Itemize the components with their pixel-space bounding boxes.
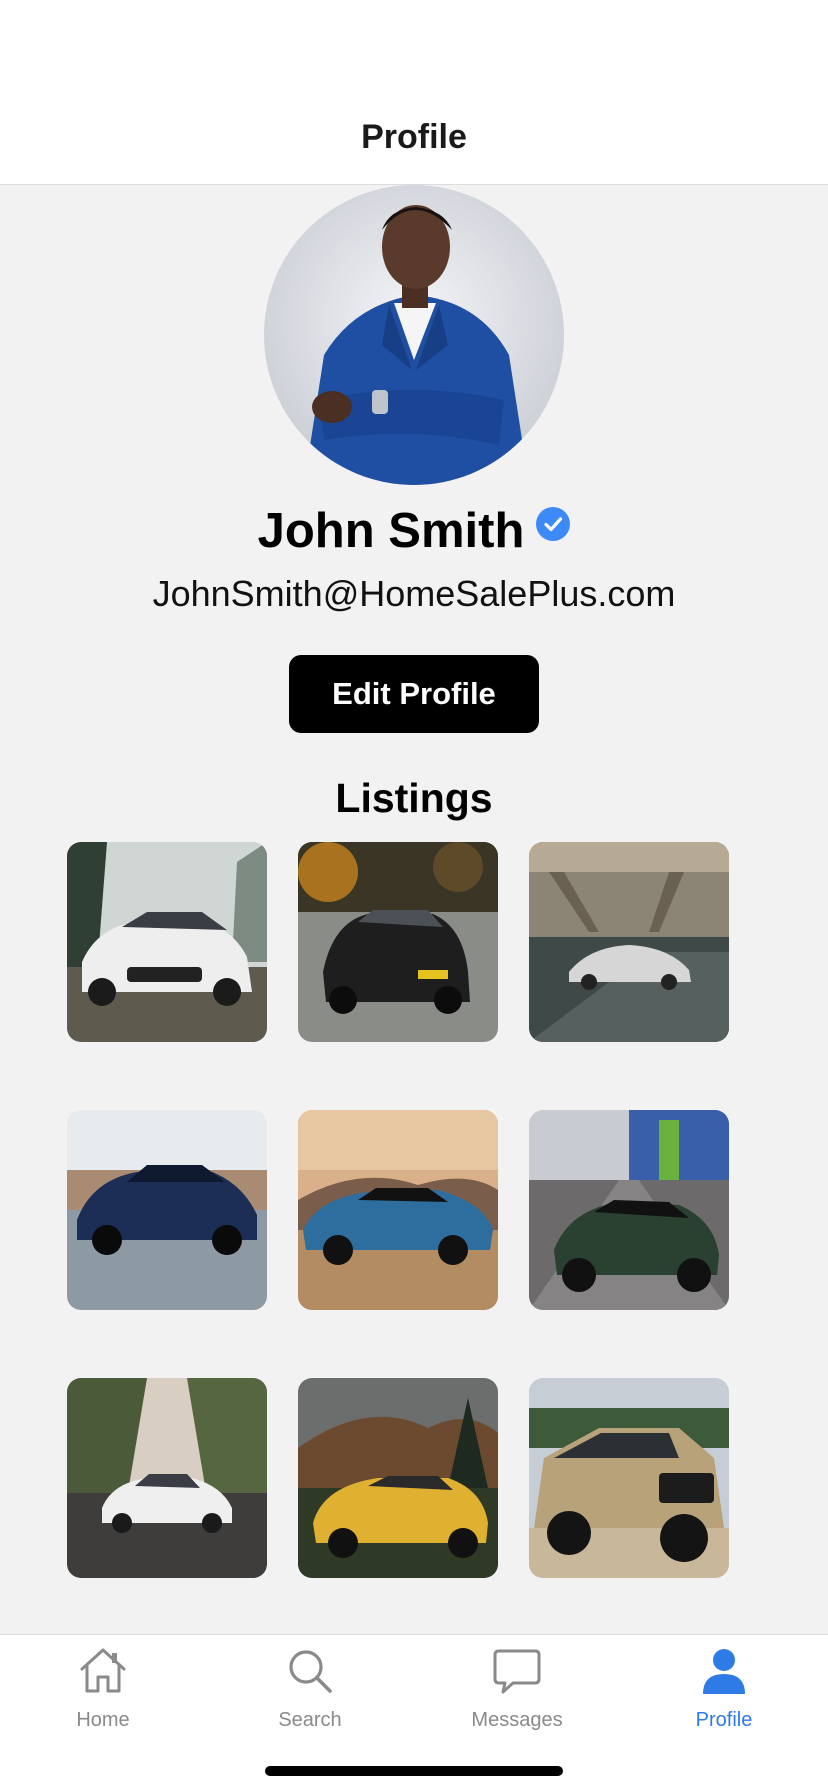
tab-search[interactable]: Search: [235, 1645, 385, 1755]
home-indicator[interactable]: [265, 1766, 563, 1776]
listing-tile-blue-muscle-car[interactable]: [298, 1110, 498, 1310]
listing-tile-white-compact-sedan[interactable]: [67, 1378, 267, 1578]
profile-email: JohnSmith@HomeSalePlus.com: [152, 573, 676, 614]
listings-heading: Listings: [335, 775, 493, 821]
profile-name-row: John Smith: [0, 503, 828, 559]
listing-tile-green-coupe[interactable]: [529, 1110, 729, 1310]
edit-profile-button[interactable]: Edit Profile: [289, 655, 539, 733]
message-bubble-icon: [493, 1649, 541, 1694]
avatar[interactable]: [264, 185, 564, 485]
listing-tile-black-hatchback[interactable]: [298, 842, 498, 1042]
tab-messages-label: Messages: [471, 1709, 563, 1731]
page-title: Profile: [361, 118, 467, 156]
tab-profile-label: Profile: [695, 1709, 753, 1731]
listing-tile-yellow-roadster[interactable]: [298, 1378, 498, 1578]
tab-profile[interactable]: Profile: [649, 1645, 799, 1755]
profile-name: John Smith: [257, 504, 525, 558]
listing-tile-blue-sedan[interactable]: [67, 1110, 267, 1310]
tab-search-label: Search: [278, 1709, 342, 1731]
search-icon: [289, 1650, 332, 1693]
tab-home-label: Home: [76, 1709, 130, 1731]
tab-messages[interactable]: Messages: [442, 1645, 592, 1755]
listings-grid: [67, 842, 730, 1578]
listing-tile-white-sedan[interactable]: [67, 842, 267, 1042]
top-nav-bar: Profile: [0, 0, 828, 185]
listing-tile-tan-pickup-truck[interactable]: [529, 1378, 729, 1578]
home-icon: [80, 1648, 126, 1693]
verified-check-icon: [536, 507, 571, 541]
listing-tile-silver-sports-car[interactable]: [529, 842, 729, 1042]
person-icon: [703, 1649, 745, 1694]
tab-home[interactable]: Home: [28, 1645, 178, 1755]
